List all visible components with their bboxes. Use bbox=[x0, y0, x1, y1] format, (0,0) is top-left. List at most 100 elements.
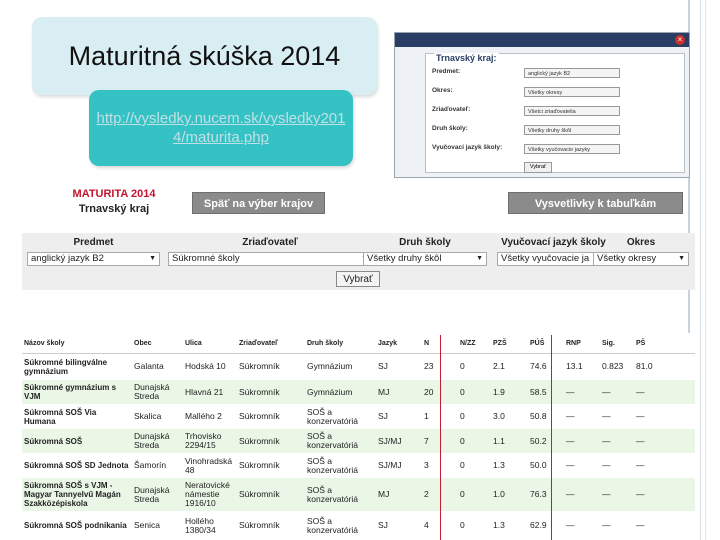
table-cell: — bbox=[600, 379, 634, 405]
results-table: Názov školy Obec Ulica Zriaďovateľ Druh … bbox=[22, 333, 695, 540]
column-header[interactable]: N/ZZ bbox=[458, 333, 491, 354]
popup-row-okres: Okres: Všetky okresy bbox=[432, 87, 678, 99]
predmet-select[interactable]: anglický jazyk B2 ▼ bbox=[27, 252, 160, 266]
close-icon[interactable]: × bbox=[675, 35, 685, 45]
column-header[interactable]: Jazyk bbox=[376, 333, 422, 354]
table-row[interactable]: Súkromná SOŠ SD Jednota Šamorín Vinohradsk… bbox=[22, 453, 695, 478]
link-box[interactable]: http://vysledky.nucem.sk/vysledky2014/ma… bbox=[89, 90, 353, 166]
table-cell: Súkromník bbox=[237, 477, 305, 512]
table-cell: 62.9 bbox=[528, 511, 564, 540]
column-header[interactable]: RNP bbox=[564, 333, 600, 354]
maturita-heading: MATURITA 2014 bbox=[72, 188, 156, 200]
table-row[interactable]: Súkromné gymnázium s VJM Dunajská Streda H… bbox=[22, 379, 695, 405]
table-cell: 0 bbox=[458, 428, 491, 454]
table-cell: Dunajská Streda bbox=[132, 379, 183, 405]
column-separator bbox=[440, 335, 441, 540]
table-cell: — bbox=[564, 453, 600, 478]
table-cell: 0.823 bbox=[600, 353, 634, 380]
table-cell: SJ/MJ bbox=[376, 428, 422, 454]
filter-label: Okres bbox=[626, 237, 656, 248]
column-header[interactable]: PÚŠ bbox=[528, 333, 564, 354]
table-cell: Neratovické námestie 1916/10 bbox=[183, 477, 237, 512]
filter-popup-screenshot: × Trnavský kraj: Predmet: anglický jazyk… bbox=[394, 32, 690, 178]
select-value: Všetky okresy bbox=[597, 253, 657, 264]
table-cell: 74.6 bbox=[528, 353, 564, 380]
column-header[interactable]: Sig. bbox=[600, 333, 634, 354]
table-cell: SOŠ a konzervatóriá bbox=[305, 453, 376, 478]
table-cell: 0 bbox=[458, 353, 491, 380]
table-cell: Trhovisko 2294/15 bbox=[183, 428, 237, 454]
select-value: anglický jazyk B2 bbox=[31, 253, 104, 264]
popup-label: Okres: bbox=[432, 87, 453, 94]
region-heading: Trnavský kraj bbox=[78, 203, 150, 215]
table-cell: Dunajská Streda bbox=[132, 477, 183, 512]
table-cell: SOŠ a konzervatóriá bbox=[305, 404, 376, 429]
popup-select[interactable]: Všetky druhy škôl bbox=[524, 125, 620, 135]
column-header[interactable]: PZŠ bbox=[491, 333, 528, 354]
table-cell: Gymnázium bbox=[305, 379, 376, 405]
chevron-down-icon: ▼ bbox=[149, 255, 156, 262]
filter-bar: Predmet anglický jazyk B2 ▼ Zriaďovateľ S… bbox=[22, 233, 695, 290]
popup-submit-button[interactable]: Vybrať bbox=[524, 162, 552, 173]
school-name-cell: Súkromné gymnázium s VJM bbox=[22, 379, 132, 405]
select-value: Súkromné školy bbox=[172, 253, 240, 264]
table-cell: — bbox=[600, 477, 634, 512]
table-cell: Vinohradská 48 bbox=[183, 453, 237, 478]
table-cell: — bbox=[564, 511, 600, 540]
column-header[interactable]: Druh školy bbox=[305, 333, 376, 354]
table-cell: Hodská 10 bbox=[183, 353, 237, 380]
table-cell: Súkromník bbox=[237, 379, 305, 405]
table-cell: 50.2 bbox=[528, 428, 564, 454]
table-cell: — bbox=[600, 511, 634, 540]
border-line bbox=[700, 0, 701, 540]
back-to-regions-button[interactable]: Späť na výber krajov bbox=[192, 192, 325, 214]
table-cell: Gymnázium bbox=[305, 353, 376, 380]
table-cell: 3.0 bbox=[491, 404, 528, 429]
popup-select[interactable]: Všetky vyučovacie jazyky bbox=[524, 144, 620, 154]
submit-button[interactable]: Vybrať bbox=[336, 271, 380, 287]
table-cell: — bbox=[634, 428, 695, 454]
column-header[interactable]: Zriaďovateľ bbox=[237, 333, 305, 354]
table-header-row: Názov školy Obec Ulica Zriaďovateľ Druh … bbox=[22, 333, 695, 354]
popup-select[interactable]: Všetky okresy bbox=[524, 87, 620, 97]
table-row[interactable]: Súkromné bilingválne gymnázium Galanta Hod… bbox=[22, 353, 695, 380]
school-name-cell: Súkromná SOŠ bbox=[22, 428, 132, 454]
chevron-down-icon: ▼ bbox=[476, 255, 483, 262]
table-row[interactable]: Súkromná SOŠ Dunajská Streda Trhovisko 229… bbox=[22, 428, 695, 454]
table-cell: 0 bbox=[458, 404, 491, 429]
filter-label: Zriaďovateľ bbox=[242, 237, 298, 248]
table-cell: Skalica bbox=[132, 404, 183, 429]
table-cell: — bbox=[634, 379, 695, 405]
table-cell: 1.0 bbox=[491, 477, 528, 512]
popup-titlebar bbox=[395, 33, 689, 47]
zriadovatel-select[interactable]: Súkromné školy▼ bbox=[168, 252, 372, 266]
table-row[interactable]: Súkromná SOŠ podnikania Senica Hollého 138… bbox=[22, 511, 695, 540]
table-cell: 2.1 bbox=[491, 353, 528, 380]
popup-label: Druh školy: bbox=[432, 125, 468, 132]
table-cell: Súkromník bbox=[237, 353, 305, 380]
okres-select[interactable]: Všetky okresy ▼ bbox=[593, 252, 689, 266]
results-link[interactable]: http://vysledky.nucem.sk/vysledky2014/ma… bbox=[96, 109, 346, 147]
table-cell: 50.8 bbox=[528, 404, 564, 429]
table-cell: Hlavná 21 bbox=[183, 379, 237, 405]
table-cell: — bbox=[564, 379, 600, 405]
school-name-cell: Súkromná SOŠ SD Jednota bbox=[22, 453, 132, 478]
column-header[interactable]: Ulica bbox=[183, 333, 237, 354]
column-header[interactable]: Obec bbox=[132, 333, 183, 354]
table-cell: 0 bbox=[458, 453, 491, 478]
table-cell: SJ/MJ bbox=[376, 453, 422, 478]
popup-select[interactable]: Všetci zriaďovatelia bbox=[524, 106, 620, 116]
popup-row-jazyk: Vyučovací jazyk školy: Všetky vyučovacie… bbox=[432, 144, 678, 156]
select-value: Všetky druhy škôl bbox=[367, 253, 442, 264]
table-cell: 0 bbox=[458, 511, 491, 540]
chevron-down-icon: ▼ bbox=[678, 255, 685, 262]
druh-skoly-select[interactable]: Všetky druhy škôl ▼ bbox=[363, 252, 487, 266]
column-header[interactable]: PŠ bbox=[634, 333, 695, 354]
table-row[interactable]: Súkromná SOŠ s VJM - Magyar Tannyelvű Ma… bbox=[22, 477, 695, 512]
table-row[interactable]: Súkromná SOŠ Via Humana Skalica Mallého 2S… bbox=[22, 404, 695, 429]
popup-select[interactable]: anglický jazyk B2 bbox=[524, 68, 620, 78]
column-header[interactable]: Názov školy bbox=[22, 333, 132, 354]
table-cell: Šamorín bbox=[132, 453, 183, 478]
popup-legend: Trnavský kraj: bbox=[434, 53, 499, 63]
legend-explanations-button[interactable]: Vysvetlivky k tabuľkám bbox=[508, 192, 683, 214]
